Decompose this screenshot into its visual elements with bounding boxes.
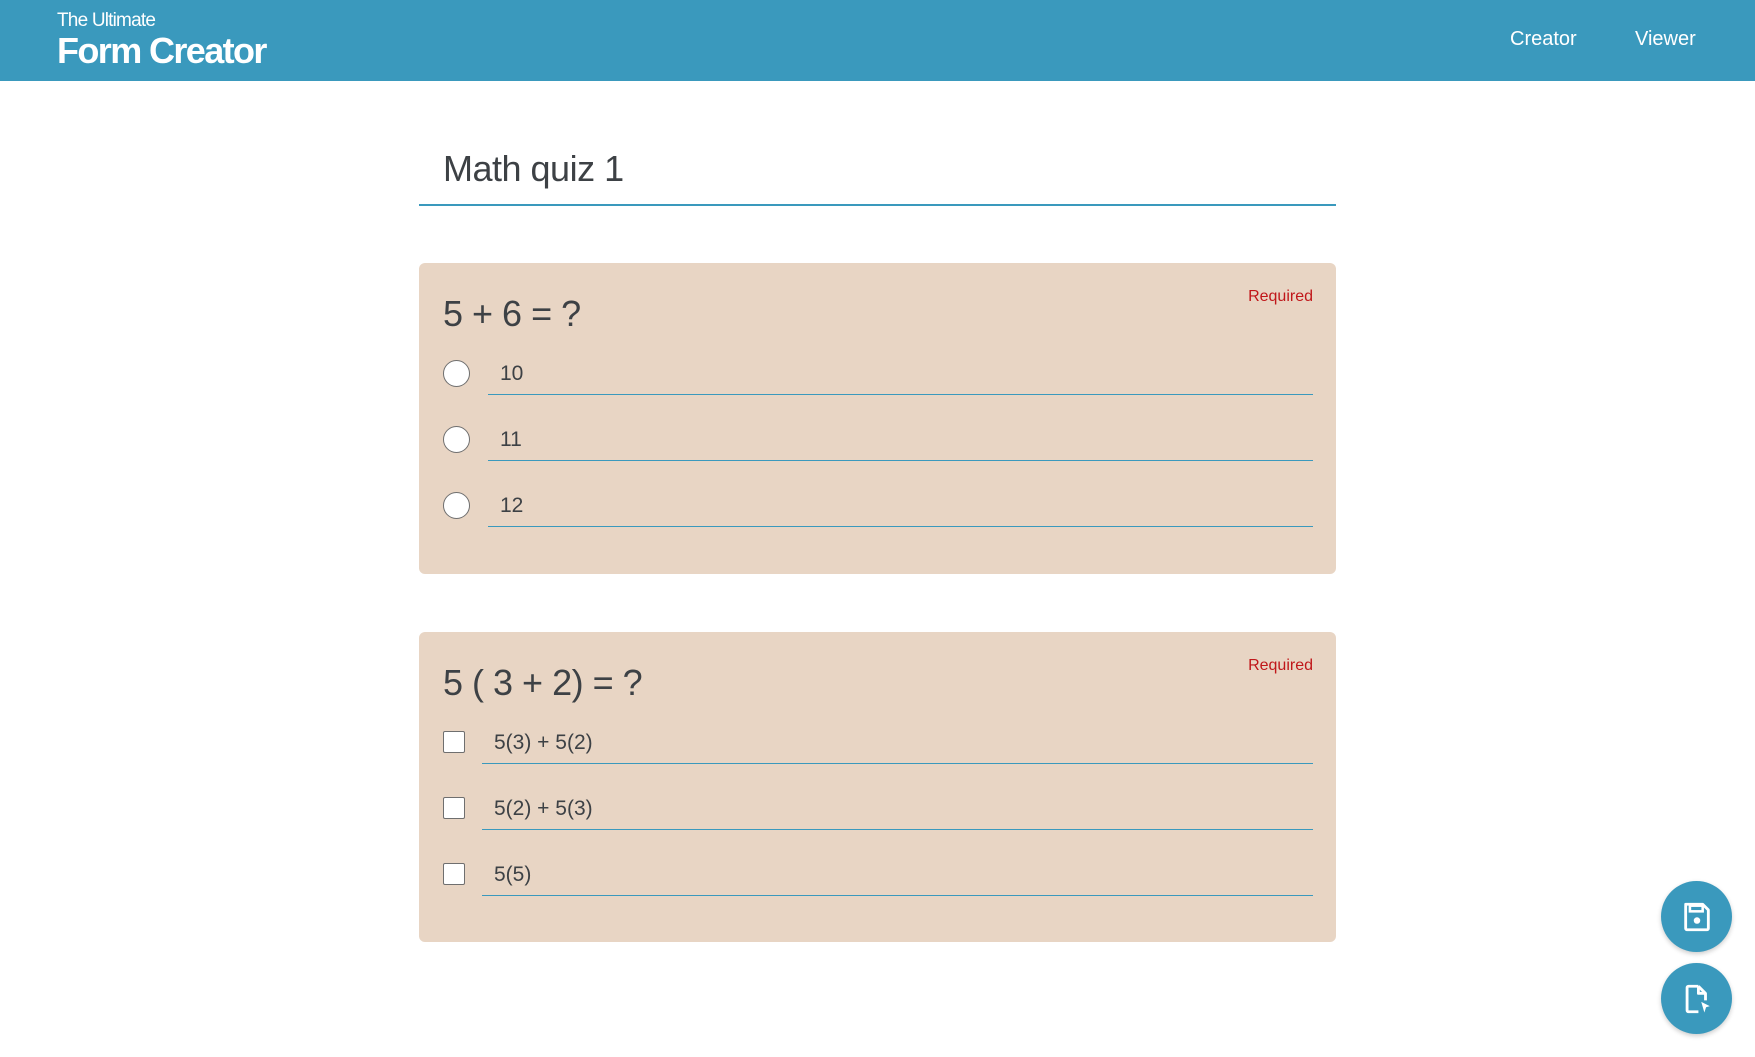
checkbox[interactable] — [443, 797, 465, 819]
question-card-2: 5 ( 3 + 2) = ? Required 5(3) + 5(2) 5(2)… — [419, 632, 1336, 942]
option-field[interactable]: 12 — [488, 486, 1313, 527]
required-label: Required — [1248, 288, 1313, 305]
brand-subtitle: The Ultimate — [57, 10, 156, 31]
option-field[interactable]: 11 — [488, 420, 1313, 461]
form-title-input[interactable]: Math quiz 1 — [443, 148, 624, 190]
option-field[interactable]: 5(2) + 5(3) — [482, 789, 1313, 830]
radio-option: 10 — [443, 354, 1313, 395]
required-label: Required — [1248, 657, 1313, 674]
question-card-1: 5 + 6 = ? Required 10 11 12 — [419, 263, 1336, 574]
save-button[interactable] — [1661, 881, 1732, 952]
save-icon — [1683, 902, 1710, 931]
checkbox-option: 5(5) — [443, 855, 1313, 896]
option-label: 5(5) — [494, 863, 532, 886]
radio-option: 12 — [443, 486, 1313, 527]
checkbox-option: 5(3) + 5(2) — [443, 723, 1313, 764]
form-title-field[interactable]: Math quiz 1 — [419, 138, 1336, 206]
checkbox[interactable] — [443, 863, 465, 885]
file-cursor-icon — [1685, 984, 1710, 1013]
radio-button[interactable] — [443, 426, 470, 453]
preview-form-button[interactable] — [1661, 963, 1732, 1034]
radio-option: 11 — [443, 420, 1313, 461]
nav-viewer-link[interactable]: Viewer — [1635, 26, 1696, 52]
checkbox[interactable] — [443, 731, 465, 753]
radio-button[interactable] — [443, 492, 470, 519]
option-field[interactable]: 5(5) — [482, 855, 1313, 896]
radio-button[interactable] — [443, 360, 470, 387]
option-label: 11 — [500, 428, 522, 451]
option-label: 12 — [500, 494, 524, 517]
brand-logo[interactable]: The Ultimate Form Creator — [57, 10, 267, 71]
option-label: 5(2) + 5(3) — [494, 797, 593, 820]
option-label: 10 — [500, 362, 524, 385]
checkbox-option: 5(2) + 5(3) — [443, 789, 1313, 830]
question-text: 5 ( 3 + 2) = ? — [443, 662, 643, 703]
option-field[interactable]: 10 — [488, 354, 1313, 395]
option-field[interactable]: 5(3) + 5(2) — [482, 723, 1313, 764]
nav-creator-link[interactable]: Creator — [1510, 26, 1577, 52]
option-label: 5(3) + 5(2) — [494, 731, 593, 754]
top-bar: The Ultimate Form Creator Creator Viewer — [0, 0, 1755, 81]
brand-title: Form Creator — [57, 30, 267, 71]
question-text: 5 + 6 = ? — [443, 293, 581, 334]
